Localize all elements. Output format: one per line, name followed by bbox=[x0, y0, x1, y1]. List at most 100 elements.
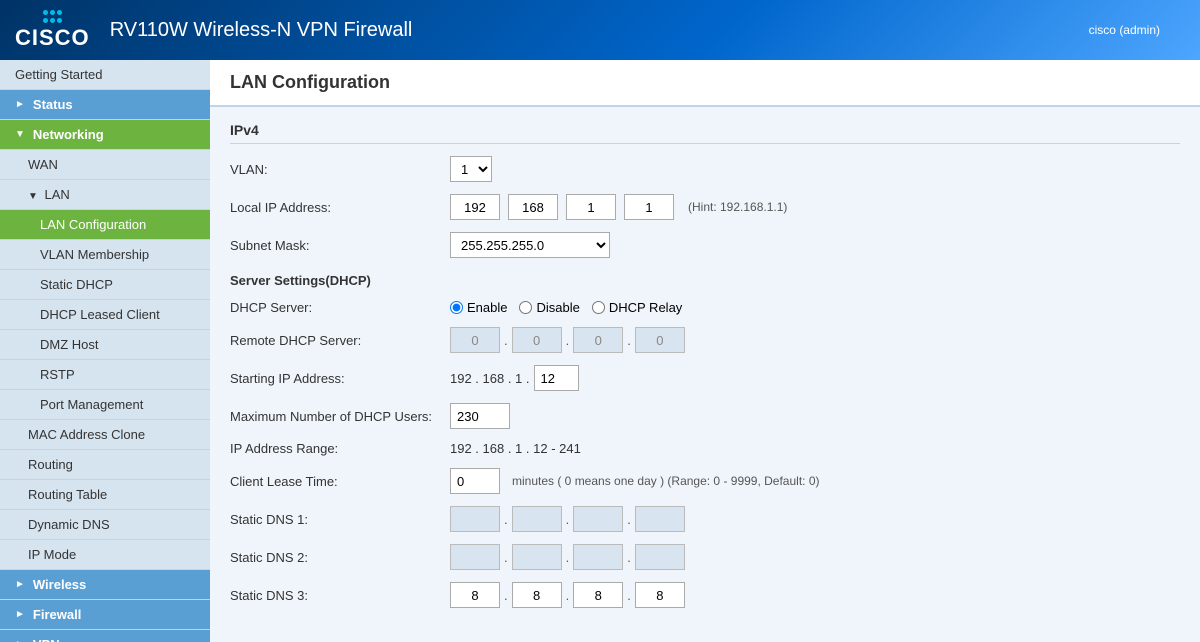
subnet-mask-label: Subnet Mask: bbox=[230, 238, 450, 253]
sidebar-item-mac-address-clone[interactable]: MAC Address Clone bbox=[0, 420, 210, 450]
static-dns1-octet2[interactable] bbox=[512, 506, 562, 532]
remote-dhcp-octet1[interactable] bbox=[450, 327, 500, 353]
subnet-mask-select[interactable]: 255.255.255.0 255.255.0.0 255.0.0.0 bbox=[450, 232, 610, 258]
starting-ip-label: Starting IP Address: bbox=[230, 371, 450, 386]
dhcp-disable-label[interactable]: Disable bbox=[519, 300, 579, 315]
remote-dhcp-row: Remote DHCP Server: . . . bbox=[230, 327, 1180, 353]
local-ip-octet4[interactable] bbox=[624, 194, 674, 220]
static-dns2-label: Static DNS 2: bbox=[230, 550, 450, 565]
cisco-dots-icon bbox=[43, 10, 62, 23]
sidebar-item-dmz-host[interactable]: DMZ Host bbox=[0, 330, 210, 360]
sidebar-item-wireless[interactable]: ► Wireless bbox=[0, 570, 210, 600]
remote-dhcp-label: Remote DHCP Server: bbox=[230, 333, 450, 348]
static-dns2-octet3[interactable] bbox=[573, 544, 623, 570]
sidebar-item-firewall[interactable]: ► Firewall bbox=[0, 600, 210, 630]
vlan-select[interactable]: 1 2 3 4 bbox=[450, 156, 492, 182]
arrow-icon: ► bbox=[15, 99, 25, 110]
static-dns1-label: Static DNS 1: bbox=[230, 512, 450, 527]
subnet-mask-control: 255.255.255.0 255.255.0.0 255.0.0.0 bbox=[450, 232, 610, 258]
sidebar-item-routing-table[interactable]: Routing Table bbox=[0, 480, 210, 510]
vlan-label: VLAN: bbox=[230, 162, 450, 177]
static-dns2-control: . . . bbox=[450, 544, 685, 570]
static-dns3-octet4[interactable] bbox=[635, 582, 685, 608]
main-content: LAN Configuration IPv4 VLAN: 1 2 3 4 Loc bbox=[210, 60, 1200, 642]
remote-dhcp-control: . . . bbox=[450, 327, 685, 353]
app-title: RV110W Wireless-N VPN Firewall bbox=[110, 19, 413, 42]
header: CISCO RV110W Wireless-N VPN Firewall cis… bbox=[0, 0, 1200, 60]
sidebar-item-static-dhcp[interactable]: Static DHCP bbox=[0, 270, 210, 300]
dhcp-enable-label[interactable]: Enable bbox=[450, 300, 507, 315]
vlan-control: 1 2 3 4 bbox=[450, 156, 492, 182]
dhcp-relay-radio[interactable] bbox=[592, 301, 605, 314]
remote-dhcp-octet3[interactable] bbox=[573, 327, 623, 353]
sidebar-item-getting-started[interactable]: Getting Started bbox=[0, 60, 210, 90]
ipv4-section-title: IPv4 bbox=[230, 122, 1180, 144]
lease-time-label: Client Lease Time: bbox=[230, 474, 450, 489]
static-dns1-control: . . . bbox=[450, 506, 685, 532]
static-dns3-label: Static DNS 3: bbox=[230, 588, 450, 603]
static-dns1-octet1[interactable] bbox=[450, 506, 500, 532]
sidebar-item-dynamic-dns[interactable]: Dynamic DNS bbox=[0, 510, 210, 540]
static-dns2-octet2[interactable] bbox=[512, 544, 562, 570]
sidebar-item-wan[interactable]: WAN bbox=[0, 150, 210, 180]
sidebar-item-routing[interactable]: Routing bbox=[0, 450, 210, 480]
sidebar: Getting Started ► Status ▼ Networking WA… bbox=[0, 60, 210, 642]
dhcp-server-row: DHCP Server: Enable Disable DHCP Relay bbox=[230, 300, 1180, 315]
static-dns3-control: . . . bbox=[450, 582, 685, 608]
max-users-control bbox=[450, 403, 510, 429]
sidebar-item-lan[interactable]: ▼ LAN bbox=[0, 180, 210, 210]
sidebar-item-lan-configuration[interactable]: LAN Configuration bbox=[0, 210, 210, 240]
static-dns3-octet1[interactable] bbox=[450, 582, 500, 608]
static-dns1-octet3[interactable] bbox=[573, 506, 623, 532]
lease-time-row: Client Lease Time: minutes ( 0 means one… bbox=[230, 468, 1180, 494]
arrow-icon: ▼ bbox=[28, 191, 38, 202]
static-dns1-row: Static DNS 1: . . . bbox=[230, 506, 1180, 532]
static-dns3-octet3[interactable] bbox=[573, 582, 623, 608]
starting-ip-last[interactable] bbox=[534, 365, 579, 391]
static-dns1-octet4[interactable] bbox=[635, 506, 685, 532]
local-ip-label: Local IP Address: bbox=[230, 200, 450, 215]
sidebar-item-vpn[interactable]: ► VPN bbox=[0, 630, 210, 642]
dhcp-relay-label[interactable]: DHCP Relay bbox=[592, 300, 682, 315]
sidebar-item-status[interactable]: ► Status bbox=[0, 90, 210, 120]
static-dns3-octet2[interactable] bbox=[512, 582, 562, 608]
subnet-mask-row: Subnet Mask: 255.255.255.0 255.255.0.0 2… bbox=[230, 232, 1180, 258]
sidebar-item-vlan-membership[interactable]: VLAN Membership bbox=[0, 240, 210, 270]
arrow-icon: ► bbox=[15, 579, 25, 590]
static-dns2-octet1[interactable] bbox=[450, 544, 500, 570]
ip-range-control: 192 . 168 . 1 . 12 - 241 bbox=[450, 441, 581, 456]
starting-ip-row: Starting IP Address: 192 . 168 . 1 . bbox=[230, 365, 1180, 391]
max-users-input[interactable] bbox=[450, 403, 510, 429]
dhcp-server-control: Enable Disable DHCP Relay bbox=[450, 300, 682, 315]
main-layout: Getting Started ► Status ▼ Networking WA… bbox=[0, 60, 1200, 642]
ip-range-label: IP Address Range: bbox=[230, 441, 450, 456]
static-dns3-row: Static DNS 3: . . . bbox=[230, 582, 1180, 608]
sidebar-item-networking[interactable]: ▼ Networking bbox=[0, 120, 210, 150]
sidebar-item-dhcp-leased-client[interactable]: DHCP Leased Client bbox=[0, 300, 210, 330]
dhcp-enable-radio[interactable] bbox=[450, 301, 463, 314]
cisco-logo-text: CISCO bbox=[15, 25, 90, 51]
local-ip-row: Local IP Address: (Hint: 192.168.1.1) bbox=[230, 194, 1180, 220]
logo-area: CISCO RV110W Wireless-N VPN Firewall bbox=[15, 10, 412, 51]
sidebar-item-port-management[interactable]: Port Management bbox=[0, 390, 210, 420]
user-info: cisco (admin) bbox=[1089, 23, 1160, 37]
starting-ip-prefix: 192 . 168 . 1 . bbox=[450, 371, 530, 386]
vlan-row: VLAN: 1 2 3 4 bbox=[230, 156, 1180, 182]
local-ip-octet3[interactable] bbox=[566, 194, 616, 220]
sidebar-item-rstp[interactable]: RSTP bbox=[0, 360, 210, 390]
arrow-icon: ► bbox=[15, 609, 25, 620]
sidebar-item-ip-mode[interactable]: IP Mode bbox=[0, 540, 210, 570]
arrow-icon: ▼ bbox=[15, 129, 25, 140]
lease-time-input[interactable] bbox=[450, 468, 500, 494]
remote-dhcp-octet2[interactable] bbox=[512, 327, 562, 353]
static-dns2-row: Static DNS 2: . . . bbox=[230, 544, 1180, 570]
remote-dhcp-octet4[interactable] bbox=[635, 327, 685, 353]
local-ip-octet1[interactable] bbox=[450, 194, 500, 220]
dhcp-disable-radio[interactable] bbox=[519, 301, 532, 314]
ip-range-row: IP Address Range: 192 . 168 . 1 . 12 - 2… bbox=[230, 441, 1180, 456]
static-dns2-octet4[interactable] bbox=[635, 544, 685, 570]
local-ip-octet2[interactable] bbox=[508, 194, 558, 220]
ip-range-value: 192 . 168 . 1 . 12 - 241 bbox=[450, 441, 581, 456]
max-users-label: Maximum Number of DHCP Users: bbox=[230, 409, 450, 424]
local-ip-control: (Hint: 192.168.1.1) bbox=[450, 194, 787, 220]
